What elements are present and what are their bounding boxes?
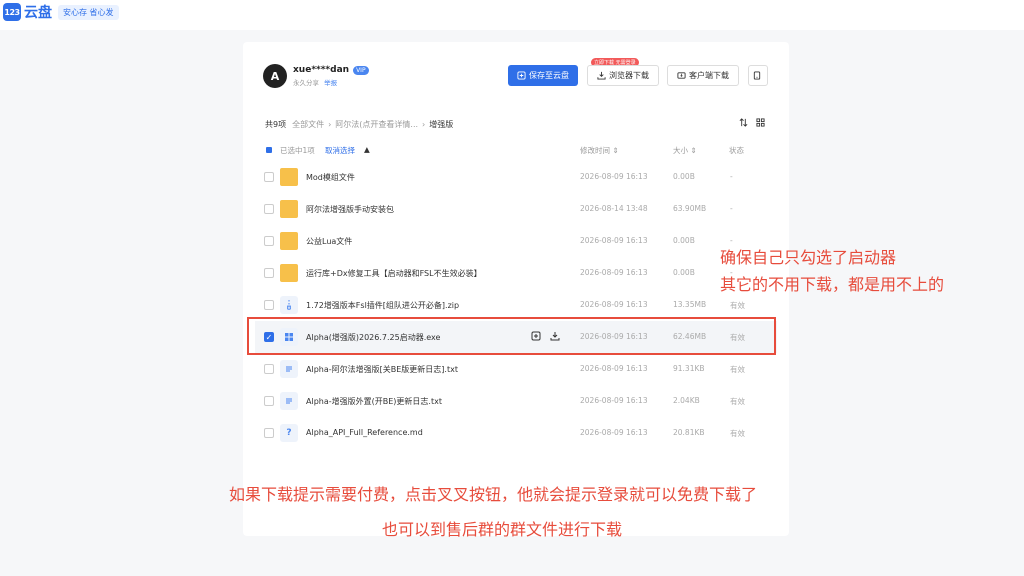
file-time: 2026-08-09 16:13 (580, 172, 648, 181)
annotation-text: 也可以到售后群的群文件进行下载 (382, 520, 623, 539)
download-icon (597, 71, 606, 80)
row-checkbox[interactable] (264, 172, 274, 182)
txt-file-icon (280, 360, 298, 378)
file-status: - (730, 172, 733, 181)
phone-icon (753, 71, 760, 80)
row-checkbox[interactable] (264, 396, 274, 406)
vip-badge: VIP (353, 65, 369, 75)
file-time: 2026-08-09 16:13 (580, 300, 648, 309)
slogan-badge: 安心存 省心发 (58, 4, 119, 20)
file-status: 有效 (730, 397, 745, 406)
file-name[interactable]: 公益Lua文件 (306, 236, 352, 247)
client-download-button[interactable]: 客户端下载 (667, 65, 739, 86)
folder-icon (280, 232, 298, 250)
row-checkbox[interactable] (264, 428, 274, 438)
folder-icon (280, 200, 298, 218)
file-status: 有效 (730, 301, 745, 310)
file-status: 有效 (730, 429, 745, 438)
breadcrumb: 共9项 全部文件 › 阿尔法(点开查看详情... › 增强版 (265, 119, 453, 130)
share-panel: A xue****dan VIP 永久分享 举报 保存至云盘 立即下载 无需登录… (243, 42, 789, 536)
file-time: 2026-08-14 13:48 (580, 204, 648, 213)
file-name[interactable]: 运行库+Dx修复工具【启动器和FSL不生效必装】 (306, 268, 482, 279)
sort-toggle-icon[interactable]: ▲ (364, 145, 370, 154)
file-row[interactable]: Alpha-增强版外置(开BE)更新日志.txt 2026-08-09 16:1… (255, 385, 777, 417)
file-name[interactable]: 阿尔法增强版手动安装包 (306, 204, 394, 215)
save-icon (517, 71, 526, 80)
file-size: 13.35MB (673, 300, 707, 309)
row-checkbox[interactable] (264, 236, 274, 246)
file-name[interactable]: Alpha_API_Full_Reference.md (306, 428, 423, 437)
folder-icon (280, 264, 298, 282)
logo-mark: 123 (3, 3, 21, 21)
file-size: 63.90MB (673, 204, 707, 213)
app-logo[interactable]: 123 云盘 安心存 省心发 (3, 2, 119, 22)
file-size: 91.31KB (673, 364, 705, 373)
top-bar: 123 云盘 安心存 省心发 (0, 0, 1024, 30)
breadcrumb-separator: › (328, 120, 332, 129)
file-time: 2026-08-09 16:13 (580, 428, 648, 437)
more-button[interactable] (748, 65, 768, 86)
file-row[interactable]: Mod模组文件 2026-08-09 16:13 0.00B - (255, 161, 777, 193)
file-status: 有效 (730, 365, 745, 374)
unknown-file-icon: ? (280, 424, 298, 442)
browser-download-label: 浏览器下载 (609, 71, 649, 80)
row-checkbox[interactable] (264, 364, 274, 374)
folder-icon (280, 168, 298, 186)
selected-count: 已选中1项 (280, 146, 315, 155)
item-count: 共9项 (265, 120, 287, 129)
file-row[interactable]: 阿尔法增强版手动安装包 2026-08-14 13:48 63.90MB - (255, 193, 777, 225)
file-size: 20.81KB (673, 428, 705, 437)
annotation-text: 确保自己只勾选了启动器 (720, 248, 897, 267)
highlight-annotation-box (247, 317, 776, 355)
client-icon (677, 72, 686, 79)
sharer-info: A xue****dan VIP 永久分享 举报 (263, 64, 369, 88)
file-time: 2026-08-09 16:13 (580, 268, 648, 277)
view-controls (739, 118, 765, 127)
file-row[interactable]: ? Alpha_API_Full_Reference.md 2026-08-09… (255, 417, 777, 449)
breadcrumb-current: 增强版 (429, 120, 454, 129)
logo-text: 云盘 (24, 5, 52, 21)
annotation-text: 其它的不用下载，都是用不上的 (720, 275, 945, 294)
report-link[interactable]: 举报 (324, 79, 337, 87)
row-checkbox[interactable] (264, 300, 274, 310)
file-time: 2026-08-09 16:13 (580, 236, 648, 245)
breadcrumb-item[interactable]: 阿尔法(点开查看详情... (335, 119, 418, 130)
row-checkbox[interactable] (264, 204, 274, 214)
file-name[interactable]: Alpha-阿尔法增强版[关BE版更新日志].txt (306, 364, 458, 375)
column-header-size[interactable]: 大小 ⇕ (673, 145, 697, 156)
file-row[interactable]: Alpha-阿尔法增强版[关BE版更新日志].txt 2026-08-09 16… (255, 353, 777, 385)
row-checkbox[interactable] (264, 268, 274, 278)
file-row[interactable]: 运行库+Dx修复工具【启动器和FSL不生效必装】 2026-08-09 16:1… (255, 257, 777, 289)
breadcrumb-separator: › (422, 120, 426, 129)
file-size: 0.00B (673, 172, 695, 181)
column-header-time[interactable]: 修改时间 ⇕ (580, 145, 619, 156)
table-header: 已选中1项 取消选择 ▲ 修改时间 ⇕ 大小 ⇕ 状态 (263, 144, 773, 158)
select-all-checkbox[interactable] (266, 147, 272, 153)
file-size: 2.04KB (673, 396, 700, 405)
file-name[interactable]: Mod模组文件 (306, 172, 355, 183)
browser-download-button[interactable]: 浏览器下载 (587, 65, 659, 86)
file-size: 0.00B (673, 268, 695, 277)
share-type: 永久分享 (293, 79, 319, 87)
breadcrumb-item[interactable]: 全部文件 (292, 119, 324, 130)
grid-view-icon[interactable] (756, 118, 765, 127)
user-name: xue****dan (293, 65, 350, 75)
save-label: 保存至云盘 (529, 71, 569, 80)
file-row[interactable]: 公益Lua文件 2026-08-09 16:13 0.00B - (255, 225, 777, 257)
file-time: 2026-08-09 16:13 (580, 364, 648, 373)
column-header-status: 状态 (729, 146, 744, 155)
file-size: 0.00B (673, 236, 695, 245)
file-name[interactable]: 1.72增强版本Fsl插件[组队进公开必备].zip (306, 300, 459, 311)
file-status: - (730, 204, 733, 213)
file-time: 2026-08-09 16:13 (580, 396, 648, 405)
file-name[interactable]: Alpha-增强版外置(开BE)更新日志.txt (306, 396, 442, 407)
avatar: A (263, 64, 287, 88)
client-download-label: 客户端下载 (689, 71, 729, 80)
save-to-cloud-button[interactable]: 保存至云盘 (508, 65, 578, 86)
sort-icon[interactable] (739, 118, 748, 127)
zip-file-icon (280, 296, 298, 314)
annotation-text: 如果下载提示需要付费，点击叉叉按钮，他就会提示登录就可以免费下载了 (229, 485, 758, 504)
txt-file-icon (280, 392, 298, 410)
cancel-selection-link[interactable]: 取消选择 (325, 145, 355, 156)
